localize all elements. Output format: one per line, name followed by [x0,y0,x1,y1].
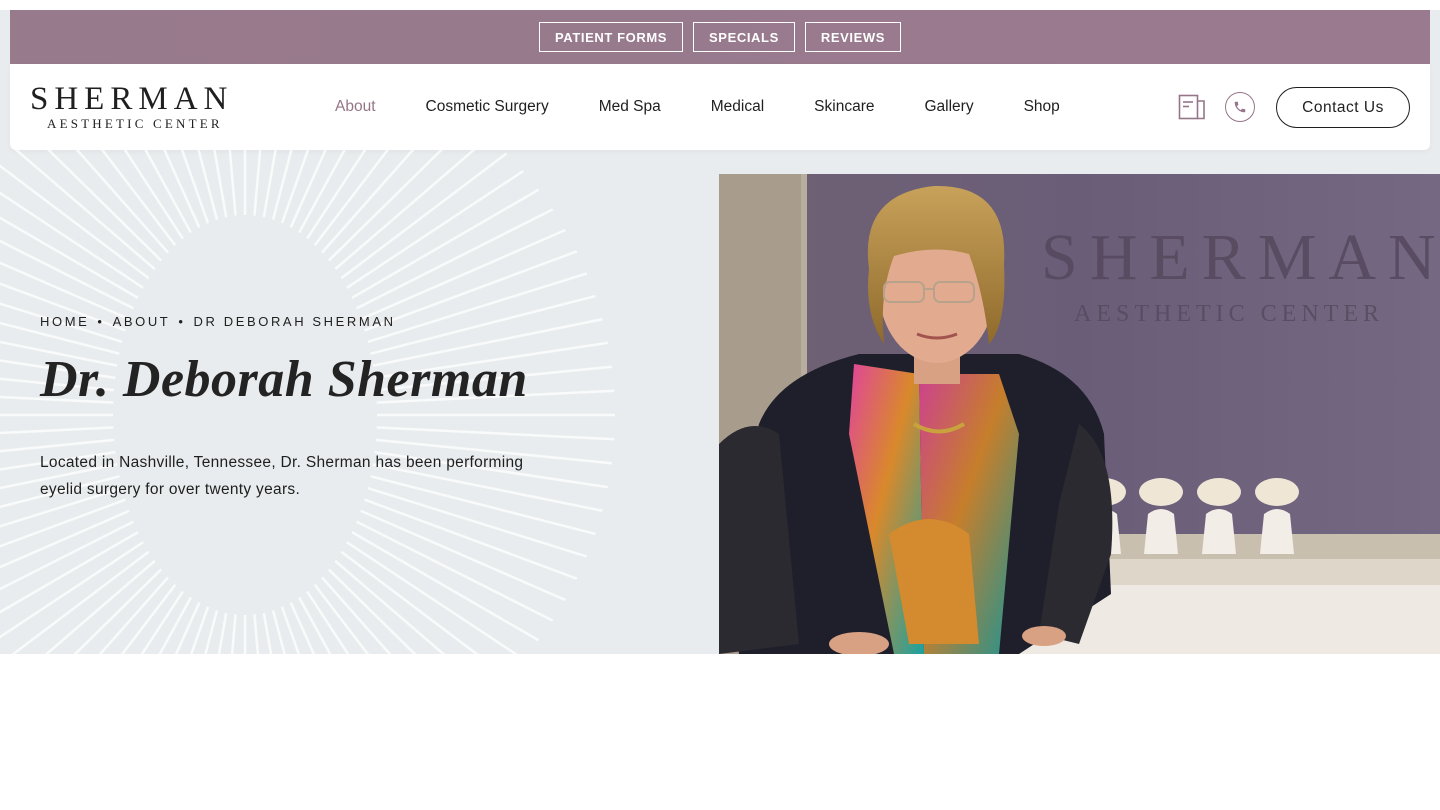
sunburst-ray [309,150,390,252]
logo-wordmark: SHERMAN [30,81,234,117]
photo-wall-sign: SHERMAN [1041,221,1440,294]
sunburst-ray [316,150,415,259]
breadcrumb-home[interactable]: HOME [40,314,89,329]
sunburst-ray [44,556,160,654]
sunburst-ray [228,150,238,227]
sunburst-ray [0,519,138,591]
nav-medical[interactable]: Medical [686,98,789,116]
sunburst-ray [352,208,554,311]
sunburst-ray [163,150,205,237]
sunburst-ray [375,426,615,441]
top-strip [0,0,1440,10]
breadcrumb-separator: • [97,314,105,329]
breadcrumb-about[interactable]: ABOUT [113,314,171,329]
logo-tagline: AESTHETIC CENTER [47,116,223,131]
sunburst-ray [252,150,262,227]
sunburst-ray [100,150,181,252]
nav-shop[interactable]: Shop [999,98,1085,116]
sunburst-ray [361,497,578,580]
sunburst-ray [285,150,327,237]
breadcrumb-separator: • [178,314,186,329]
breadcrumb: HOME • ABOUT • DR DEBORAH SHERMAN [40,314,396,329]
photo-wall-sign-sub: AESTHETIC CENTER [1074,301,1384,327]
hero-section: HOME • ABOUT • DR DEBORAH SHERMAN Dr. De… [0,150,1440,654]
sunburst-ray [330,556,446,654]
nav-cosmetic-surgery[interactable]: Cosmetic Surgery [401,98,574,116]
nav-about[interactable]: About [310,98,401,116]
sunburst-ray [0,239,138,311]
breadcrumb-current: DR DEBORAH SHERMAN [193,314,396,329]
specials-button[interactable]: SPECIALS [693,22,795,52]
nav-med-spa[interactable]: Med Spa [574,98,686,116]
main-header: SHERMAN AESTHETIC CENTER About Cosmetic … [10,64,1430,150]
site-logo[interactable]: SHERMAN AESTHETIC CENTER [30,82,242,134]
main-nav: About Cosmetic Surgery Med Spa Medical S… [310,64,1085,150]
sunburst-ray [342,538,518,654]
page-title: Dr. Deborah Sherman [40,351,528,408]
doctor-portrait-photo: SHERMAN AESTHETIC CENTER [719,174,1440,654]
nav-gallery[interactable]: Gallery [899,98,998,116]
sunburst-ray [75,150,174,259]
phone-icon[interactable] [1225,92,1255,122]
sunburst-center [113,215,377,615]
reviews-button[interactable]: REVIEWS [804,22,902,52]
sunburst-ray [352,519,554,622]
sunburst-ray [342,169,524,292]
sunburst-ray [368,294,596,356]
sunburst-ray [0,426,115,435]
hero-description: Located in Nashville, Tennessee, Dr. She… [40,454,524,498]
patient-forms-button[interactable]: PATIENT FORMS [538,22,684,52]
contact-us-button[interactable]: Contact Us [1276,87,1410,128]
utility-bar: PATIENT FORMS SPECIALS REVIEWS [10,10,1430,64]
sunburst-ray [336,152,508,283]
document-icon[interactable] [1177,92,1207,122]
nav-skincare[interactable]: Skincare [789,98,899,116]
